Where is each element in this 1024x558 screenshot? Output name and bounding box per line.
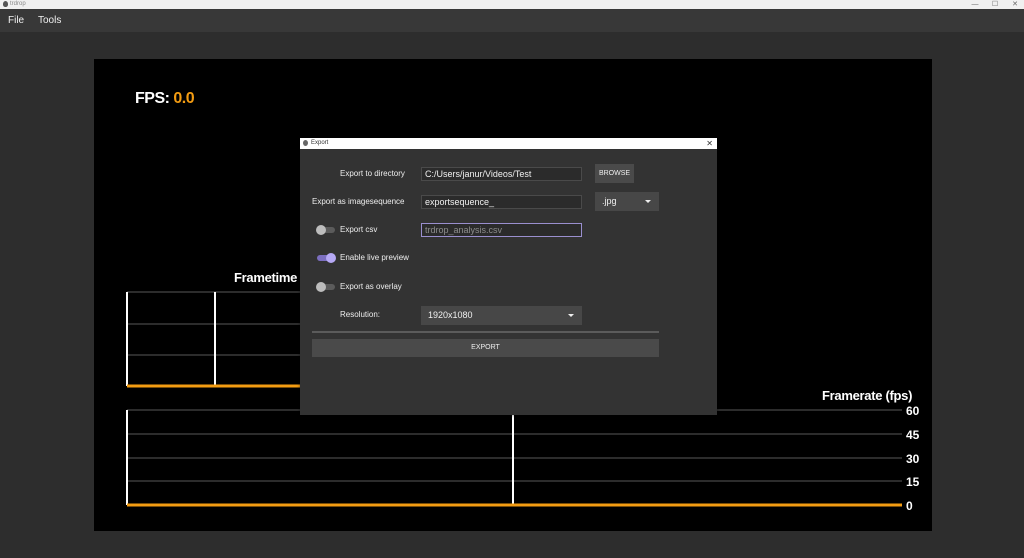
dialog-title: Export [311, 140, 329, 146]
framerate-tick-label: 45 [906, 428, 920, 442]
menu-bar: File Tools [0, 9, 1024, 32]
imageseq-label: Export as imagesequence [312, 197, 405, 206]
framerate-tick-label: 60 [906, 404, 920, 418]
minimize-button[interactable]: — [966, 0, 984, 9]
overlay-label: Export as overlay [340, 282, 402, 291]
chevron-down-icon [645, 200, 651, 203]
chevron-down-icon [568, 314, 574, 317]
resolution-label: Resolution: [340, 310, 381, 319]
export-dialog: Export ✕ Export to directory C:/Users/ja… [300, 138, 717, 415]
overlay-toggle[interactable] [316, 282, 336, 292]
format-select[interactable]: .jpg [595, 192, 659, 211]
csv-toggle[interactable] [316, 225, 336, 235]
export-dir-input[interactable]: C:/Users/janur/Videos/Test [421, 167, 582, 181]
dialog-close-button[interactable]: ✕ [706, 138, 713, 149]
window-titlebar: trdrop — ☐ ✕ [0, 0, 1024, 9]
dialog-titlebar: Export ✕ [300, 138, 717, 149]
maximize-button[interactable]: ☐ [986, 0, 1004, 9]
framerate-tick-label: 15 [906, 475, 920, 489]
browse-button[interactable]: BROWSE [595, 164, 634, 183]
framerate-tick-label: 30 [906, 452, 920, 466]
dialog-app-icon [303, 140, 308, 146]
csv-label: Export csv [340, 225, 378, 234]
framerate-tick-label: 0 [906, 499, 913, 513]
export-dir-label: Export to directory [340, 169, 405, 178]
resolution-select-value: 1920x1080 [428, 310, 473, 320]
resolution-select[interactable]: 1920x1080 [421, 306, 582, 325]
frametime-title: Frametime ( [234, 270, 305, 285]
csv-filename-input[interactable]: trdrop_analysis.csv [421, 223, 582, 237]
live-preview-toggle-knob [326, 253, 336, 263]
menu-file[interactable]: File [8, 9, 24, 32]
close-button[interactable]: ✕ [1006, 0, 1024, 9]
framerate-title: Framerate (fps) [822, 388, 913, 403]
live-preview-label: Enable live preview [340, 253, 409, 262]
frametime-graph [126, 291, 300, 388]
live-preview-toggle[interactable] [316, 253, 336, 263]
format-select-value: .jpg [602, 196, 617, 206]
app-icon [3, 1, 8, 7]
window-title: trdrop [10, 1, 26, 7]
imageseq-input[interactable]: exportsequence_ [421, 195, 582, 209]
csv-toggle-knob [316, 225, 326, 235]
overlay-toggle-knob [316, 282, 326, 292]
menu-tools[interactable]: Tools [38, 9, 61, 32]
framerate-graph [126, 409, 902, 507]
dialog-divider [312, 331, 659, 333]
export-button[interactable]: EXPORT [312, 339, 659, 357]
